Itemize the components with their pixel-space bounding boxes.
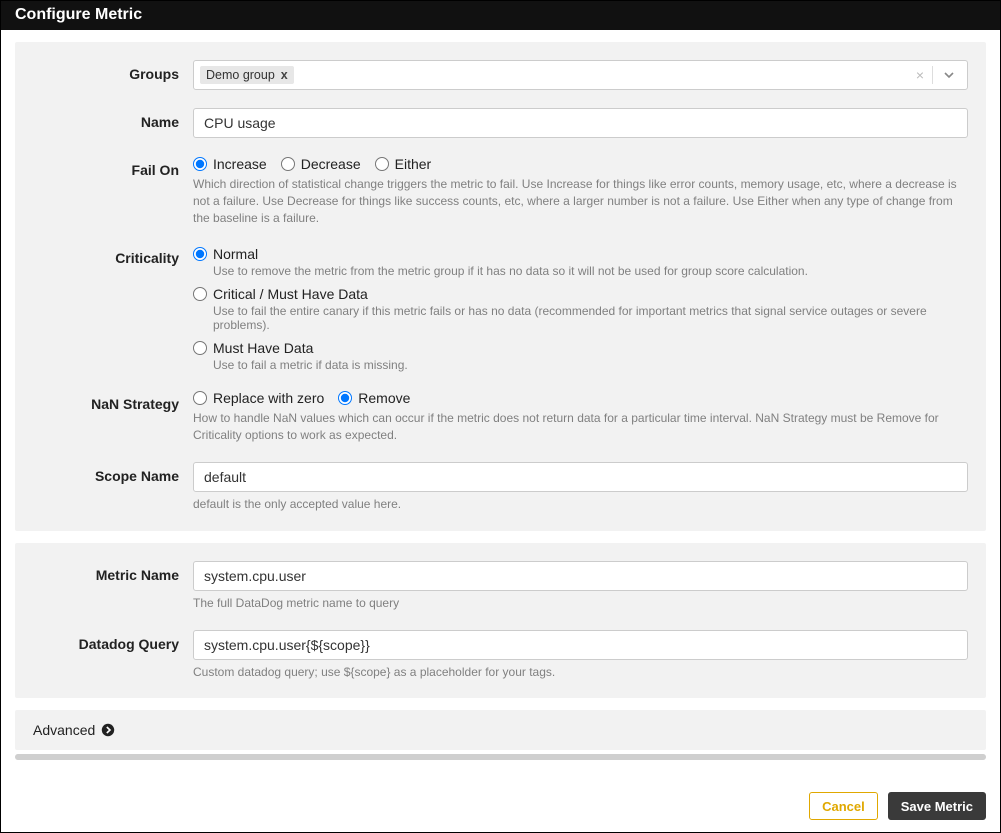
row-criticality: Criticality Normal Use to remove the met…	[33, 236, 968, 372]
criticality-normal-help: Use to remove the metric from the metric…	[213, 264, 968, 278]
fail-on-decrease[interactable]: Decrease	[281, 156, 361, 172]
metric-name-input[interactable]	[193, 561, 968, 591]
save-metric-button[interactable]: Save Metric	[888, 792, 986, 820]
nan-remove-label: Remove	[358, 390, 410, 406]
chevron-right-circle-icon	[101, 723, 115, 737]
chevron-down-icon	[943, 69, 955, 81]
label-nan: NaN Strategy	[33, 390, 193, 412]
fail-on-increase-label: Increase	[213, 156, 267, 172]
scrollbar-thumb[interactable]	[15, 754, 986, 760]
criticality-normal-item[interactable]: Normal	[193, 246, 968, 262]
nan-replace[interactable]: Replace with zero	[193, 390, 324, 406]
nan-replace-radio[interactable]	[193, 391, 207, 405]
nan-replace-label: Replace with zero	[213, 390, 324, 406]
criticality-critical-item[interactable]: Critical / Must Have Data	[193, 286, 968, 302]
groups-tag-label: Demo group	[206, 68, 275, 82]
nan-remove[interactable]: Remove	[338, 390, 410, 406]
metric-name-help: The full DataDog metric name to query	[193, 595, 968, 612]
criticality-must-have-label: Must Have Data	[213, 340, 313, 356]
criticality-normal-radio[interactable]	[193, 247, 207, 261]
groups-select[interactable]: Demo group x ×	[193, 60, 968, 90]
nan-help: How to handle NaN values which can occur…	[193, 410, 968, 444]
row-name: Name	[33, 100, 968, 138]
row-fail-on: Fail On Increase Decrease Ei	[33, 148, 968, 226]
groups-tag: Demo group x	[200, 66, 294, 84]
advanced-label: Advanced	[33, 722, 95, 738]
criticality-critical: Critical / Must Have Data Use to fail th…	[193, 286, 968, 332]
label-fail-on: Fail On	[33, 156, 193, 178]
groups-dropdown-toggle[interactable]	[933, 69, 961, 81]
section-advanced: Advanced	[15, 710, 986, 750]
nan-options: Replace with zero Remove	[193, 390, 968, 406]
groups-tag-remove-icon[interactable]: x	[281, 68, 288, 82]
nan-remove-radio[interactable]	[338, 391, 352, 405]
modal-title: Configure Metric	[1, 1, 1000, 30]
criticality-must-have-radio[interactable]	[193, 341, 207, 355]
fail-on-options: Increase Decrease Either	[193, 156, 968, 172]
label-name: Name	[33, 108, 193, 130]
section-general: Groups Demo group x ×	[15, 42, 986, 531]
criticality-options: Normal Use to remove the metric from the…	[193, 246, 968, 372]
row-datadog-query: Datadog Query Custom datadog query; use …	[33, 622, 968, 681]
criticality-critical-help: Use to fail the entire canary if this me…	[213, 304, 968, 332]
scope-name-input[interactable]	[193, 462, 968, 492]
fail-on-help: Which direction of statistical change tr…	[193, 176, 968, 226]
row-scope-name: Scope Name default is the only accepted …	[33, 454, 968, 513]
row-groups: Groups Demo group x ×	[33, 52, 968, 90]
criticality-critical-label: Critical / Must Have Data	[213, 286, 368, 302]
criticality-must-have-item[interactable]: Must Have Data	[193, 340, 968, 356]
criticality-critical-radio[interactable]	[193, 287, 207, 301]
label-datadog-query: Datadog Query	[33, 630, 193, 652]
row-nan: NaN Strategy Replace with zero Remove Ho…	[33, 382, 968, 444]
horizontal-scrollbar[interactable]	[15, 754, 986, 760]
configure-metric-modal: Configure Metric Groups Demo group x ×	[0, 0, 1001, 833]
label-metric-name: Metric Name	[33, 561, 193, 583]
criticality-must-have-help: Use to fail a metric if data is missing.	[213, 358, 968, 372]
name-input[interactable]	[193, 108, 968, 138]
label-criticality: Criticality	[33, 244, 193, 266]
cancel-button[interactable]: Cancel	[809, 792, 878, 820]
criticality-normal: Normal Use to remove the metric from the…	[193, 246, 968, 278]
modal-body: Groups Demo group x ×	[1, 30, 1000, 750]
label-scope-name: Scope Name	[33, 462, 193, 484]
row-metric-name: Metric Name The full DataDog metric name…	[33, 553, 968, 612]
fail-on-either[interactable]: Either	[375, 156, 432, 172]
fail-on-decrease-label: Decrease	[301, 156, 361, 172]
fail-on-either-label: Either	[395, 156, 432, 172]
modal-footer: Cancel Save Metric	[1, 768, 1000, 832]
fail-on-decrease-radio[interactable]	[281, 157, 295, 171]
advanced-toggle[interactable]: Advanced	[33, 722, 968, 738]
groups-clear-icon[interactable]: ×	[908, 67, 932, 83]
fail-on-increase[interactable]: Increase	[193, 156, 267, 172]
datadog-query-help: Custom datadog query; use ${scope} as a …	[193, 664, 968, 681]
section-datadog: Metric Name The full DataDog metric name…	[15, 543, 986, 699]
criticality-must-have: Must Have Data Use to fail a metric if d…	[193, 340, 968, 372]
datadog-query-input[interactable]	[193, 630, 968, 660]
fail-on-either-radio[interactable]	[375, 157, 389, 171]
label-groups: Groups	[33, 60, 193, 82]
fail-on-increase-radio[interactable]	[193, 157, 207, 171]
criticality-normal-label: Normal	[213, 246, 258, 262]
scope-name-help: default is the only accepted value here.	[193, 496, 968, 513]
